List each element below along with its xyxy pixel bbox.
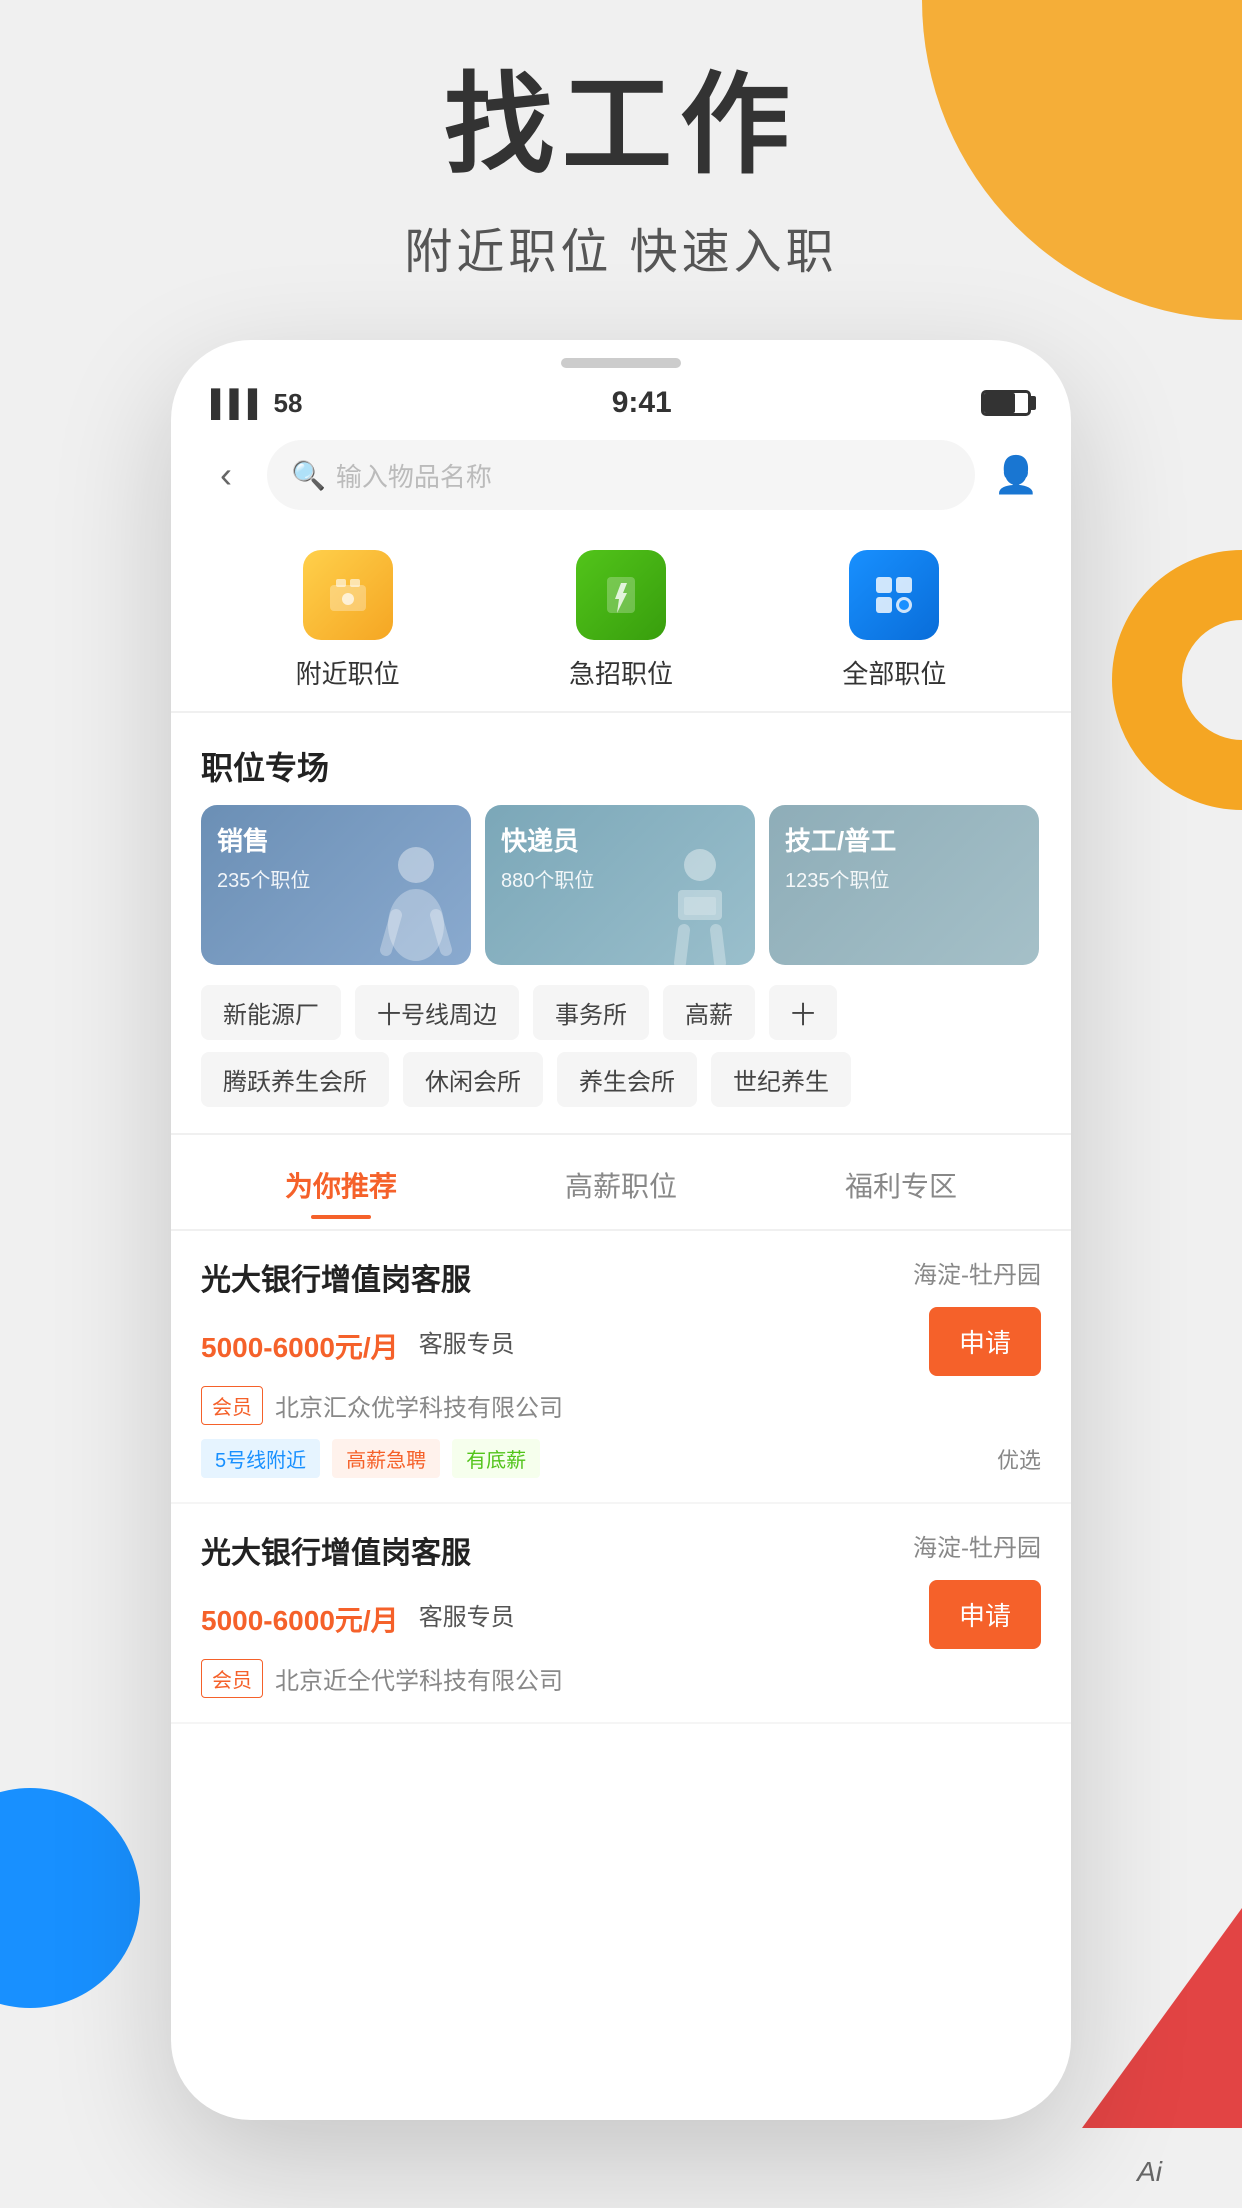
job-listing-1-left: 光大银行增值岗客服 xyxy=(201,1255,471,1299)
tab-high-salary[interactable]: 高薪职位 xyxy=(565,1165,677,1219)
job-card-tech[interactable]: 技工/普工 1235个职位 xyxy=(769,805,1039,965)
tag-subway[interactable]: 十号线周边 xyxy=(355,985,519,1040)
job-card-delivery-title: 快递员 xyxy=(501,821,594,858)
search-placeholder: 输入物品名称 xyxy=(336,457,492,494)
tag-group-1: 5号线附近 高薪急聘 有底薪 xyxy=(201,1439,540,1478)
orange-ring-shape xyxy=(1112,550,1242,810)
job-listing-2-header: 光大银行增值岗客服 海淀-牡丹园 xyxy=(201,1528,1041,1572)
job-card-delivery-count: 880个职位 xyxy=(501,864,594,893)
job-listing-2-title: 光大银行增值岗客服 xyxy=(201,1528,471,1572)
tags-row-2: 腾跃养生会所 休闲会所 养生会所 世纪养生 xyxy=(171,1046,1071,1123)
signal-indicator: ▌▌▌ 58 xyxy=(211,388,302,419)
tag-wellness[interactable]: 养生会所 xyxy=(557,1052,697,1107)
phone-handle xyxy=(561,358,681,368)
job-card-delivery[interactable]: 快递员 880个职位 xyxy=(485,805,755,965)
category-all[interactable]: 全部职位 xyxy=(842,550,946,691)
tag-century[interactable]: 世纪养生 xyxy=(711,1052,851,1107)
urgent-icon xyxy=(576,550,666,640)
tag-new-energy[interactable]: 新能源厂 xyxy=(201,985,341,1040)
job-listing-2-company-row: 会员 北京近仝代学科技有限公司 xyxy=(201,1659,1041,1698)
job-listing-1-tags: 5号线附近 高薪急聘 有底薪 优选 xyxy=(201,1439,1041,1478)
all-label: 全部职位 xyxy=(842,654,946,691)
job-listing-1-company-row: 会员 北京汇众优学科技有限公司 xyxy=(201,1386,1041,1425)
job-card-delivery-text: 快递员 880个职位 xyxy=(501,821,594,893)
category-nearby[interactable]: 附近职位 xyxy=(296,550,400,691)
section-title: 职位专场 xyxy=(171,723,1071,805)
job-listing-1-header: 光大银行增值岗客服 海淀-牡丹园 xyxy=(201,1255,1041,1299)
bg-blue-circle xyxy=(0,1788,140,2008)
job-listing-2-type: 客服专员 xyxy=(419,1597,515,1632)
job-cards-row: 销售 235个职位 快递员 880个职位 xyxy=(171,805,1071,965)
apply-btn-2[interactable]: 申请 xyxy=(929,1580,1041,1649)
phone-mockup: ▌▌▌ 58 9:41 ‹ 🔍 输入物品名称 👤 附近职位 xyxy=(171,340,1071,2120)
job-listing-2-left: 光大银行增值岗客服 xyxy=(201,1528,471,1572)
job-card-sales-title: 销售 xyxy=(217,821,310,858)
tag-office[interactable]: 事务所 xyxy=(533,985,649,1040)
search-input-box[interactable]: 🔍 输入物品名称 xyxy=(267,440,975,510)
person-icon-delivery xyxy=(645,825,755,965)
job-listing-2-location: 海淀-牡丹园 xyxy=(913,1528,1041,1563)
job-card-tech-title: 技工/普工 xyxy=(785,821,896,858)
tab-recommend[interactable]: 为你推荐 xyxy=(285,1165,397,1219)
all-icon xyxy=(849,550,939,640)
orange-arc-decoration xyxy=(1082,530,1242,830)
battery-fill xyxy=(984,393,1015,413)
tab-welfare[interactable]: 福利专区 xyxy=(845,1165,957,1219)
tag-more[interactable]: 十 xyxy=(769,985,837,1040)
job-listing-1: 光大银行增值岗客服 海淀-牡丹园 5000-6000元/月 客服专员 申请 会员… xyxy=(171,1231,1071,1504)
divider-2 xyxy=(171,1133,1071,1135)
job-listing-2-salary-row: 5000-6000元/月 客服专员 申请 xyxy=(201,1580,1041,1649)
nearby-icon xyxy=(303,550,393,640)
search-icon: 🔍 xyxy=(291,459,326,492)
search-bar-row: ‹ 🔍 输入物品名称 👤 xyxy=(171,430,1071,530)
divider-1 xyxy=(171,711,1071,713)
job-listing-1-location: 海淀-牡丹园 xyxy=(913,1255,1041,1290)
tag-tengyue[interactable]: 腾跃养生会所 xyxy=(201,1052,389,1107)
back-button[interactable]: ‹ xyxy=(201,450,251,500)
job-card-tech-count: 1235个职位 xyxy=(785,864,896,893)
app-label: Ai xyxy=(1137,2156,1162,2188)
time-display: 9:41 xyxy=(612,386,672,420)
category-urgent[interactable]: 急招职位 xyxy=(569,550,673,691)
job-card-tech-text: 技工/普工 1235个职位 xyxy=(785,821,896,893)
category-row: 附近职位 急招职位 全部职位 xyxy=(171,530,1071,701)
bg-red-triangle xyxy=(1082,1908,1242,2128)
job-card-sales-count: 235个职位 xyxy=(217,864,310,893)
job-card-sales[interactable]: 销售 235个职位 xyxy=(201,805,471,965)
tag-urgent-hire: 高薪急聘 xyxy=(332,1439,440,1478)
tag-high-salary[interactable]: 高薪 xyxy=(663,985,755,1040)
user-icon[interactable]: 👤 xyxy=(991,450,1041,500)
urgent-label: 急招职位 xyxy=(569,654,673,691)
tags-row-1: 新能源厂 十号线周边 事务所 高薪 十 xyxy=(171,965,1071,1046)
job-listing-2: 光大银行增值岗客服 海淀-牡丹园 5000-6000元/月 客服专员 申请 会员… xyxy=(171,1504,1071,1724)
person-icon-sales xyxy=(361,825,471,965)
nearby-label: 附近职位 xyxy=(296,654,400,691)
sub-title: 附近职位 快速入职 xyxy=(0,212,1242,282)
tag-leisure[interactable]: 休闲会所 xyxy=(403,1052,543,1107)
member-badge-1: 会员 xyxy=(201,1386,263,1425)
battery-indicator xyxy=(981,390,1031,416)
preferred-label-1: 优选 xyxy=(997,1443,1041,1475)
tab-row: 为你推荐 高薪职位 福利专区 xyxy=(171,1145,1071,1231)
job-listing-1-type: 客服专员 xyxy=(419,1324,515,1359)
job-card-sales-text: 销售 235个职位 xyxy=(217,821,310,893)
main-title: 找工作 xyxy=(0,60,1242,192)
header-section: 找工作 附近职位 快速入职 xyxy=(0,60,1242,282)
job-listing-1-title: 光大银行增值岗客服 xyxy=(201,1255,471,1299)
tag-subway-line: 5号线附近 xyxy=(201,1439,320,1478)
job-listing-2-salary: 5000-6000元/月 xyxy=(201,1599,399,1639)
company-name-2: 北京近仝代学科技有限公司 xyxy=(275,1661,563,1696)
status-bar: ▌▌▌ 58 9:41 xyxy=(171,368,1071,430)
apply-btn-1[interactable]: 申请 xyxy=(929,1307,1041,1376)
company-name-1: 北京汇众优学科技有限公司 xyxy=(275,1388,563,1423)
member-badge-2: 会员 xyxy=(201,1659,263,1698)
tag-base-salary: 有底薪 xyxy=(452,1439,540,1478)
job-listing-1-salary: 5000-6000元/月 xyxy=(201,1326,399,1366)
job-listing-1-salary-row: 5000-6000元/月 客服专员 申请 xyxy=(201,1307,1041,1376)
